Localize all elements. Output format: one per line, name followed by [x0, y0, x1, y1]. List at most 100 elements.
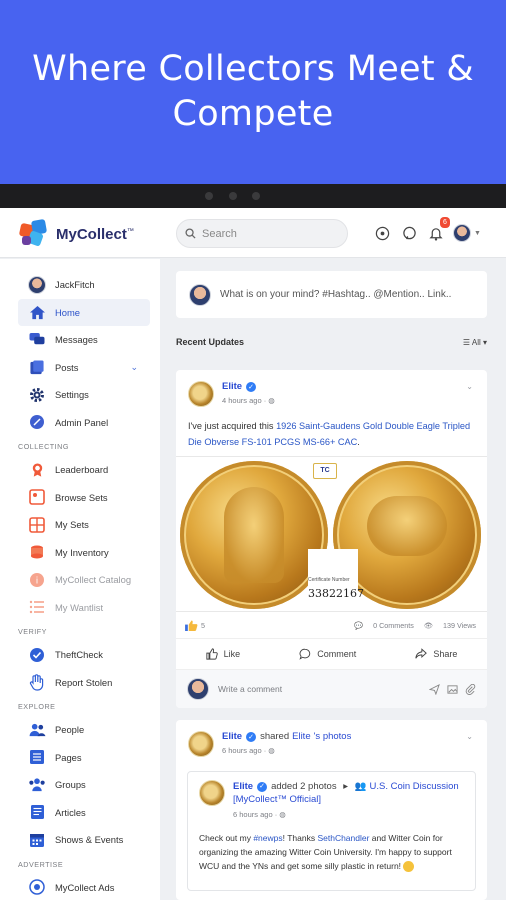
post-menu-icon[interactable]: ⌄ [466, 732, 473, 741]
sidebar-item-browse-sets[interactable]: Browse Sets [0, 484, 160, 512]
shared-post-card[interactable]: Elite ✓ added 2 photos ▸ 👥 U.S. Coin Discus… [187, 771, 476, 891]
author-avatar[interactable] [188, 381, 214, 407]
comment-button[interactable]: Comment [299, 648, 356, 660]
wantlist-icon [28, 598, 46, 616]
sidebar-item-my-inventory[interactable]: My Inventory [0, 539, 160, 567]
author-avatar[interactable] [188, 731, 214, 757]
sidebar-item-pages[interactable]: Pages [0, 744, 160, 772]
author-name[interactable]: Elite [222, 731, 242, 742]
sidebar-item-home[interactable]: Home [18, 298, 150, 326]
mention-link[interactable]: SethChandler [317, 833, 369, 843]
trophy-icon [28, 461, 46, 479]
camera-dot [229, 192, 237, 200]
app-window: MyCollect™ 6 ▼ JackFitch [0, 208, 506, 900]
search-bar[interactable] [176, 219, 348, 248]
sidebar-item-theftcheck[interactable]: TheftCheck [0, 641, 160, 669]
coin-obverse-image [180, 461, 328, 609]
sidebar-item-mycollect-ads[interactable]: MyCollect Ads [0, 874, 160, 900]
ads-icon [28, 878, 46, 896]
sidebar-item-label: Admin Panel [55, 416, 109, 428]
comments-count[interactable]: 💬 0 Comments [354, 621, 414, 630]
author-avatar[interactable] [199, 780, 225, 806]
caret-right-icon: ▸ [340, 781, 351, 792]
globe-icon: ◍ [268, 746, 275, 755]
send-icon[interactable] [429, 683, 440, 695]
feed-column: What is on your mind? #Hashtag.. @Mentio… [176, 271, 487, 900]
section-heading-verify: VERIFY [18, 627, 47, 636]
posts-icon [28, 358, 46, 376]
post-time[interactable]: 6 hours ago [233, 810, 273, 819]
sidebar-item-label: Home [55, 306, 81, 318]
shared-owner-link[interactable]: Elite [292, 731, 310, 742]
post-menu-icon[interactable]: ⌄ [466, 382, 473, 391]
search-input[interactable] [202, 227, 332, 240]
comment-icon [299, 648, 311, 660]
calendar-icon [28, 831, 46, 849]
page-link[interactable]: [MyCollect™ Official] [233, 793, 321, 806]
attachment-icon[interactable] [465, 683, 476, 695]
group-link[interactable]: U.S. Coin Discussion [369, 780, 458, 793]
sidebar-item-posts[interactable]: Posts ⌄ [0, 354, 160, 382]
chat-icon[interactable] [399, 223, 419, 243]
sidebar-item-people[interactable]: People [0, 716, 160, 744]
post-time[interactable]: 6 hours ago [222, 746, 262, 755]
messages-icon [28, 331, 46, 349]
comment-input[interactable] [218, 684, 388, 694]
feed-post: Elite ✓ 4 hours ago · ◍ ⌄ I've just acqui… [176, 370, 487, 708]
share-icon [415, 648, 428, 659]
sidebar-item-label: Groups [55, 779, 86, 791]
feed-header: Recent Updates ☰ All ▾ [176, 331, 487, 353]
promo-banner: Where Collectors Meet & Compete [0, 0, 506, 184]
sidebar-item-my-sets[interactable]: My Sets [0, 511, 160, 539]
chevron-down-icon[interactable]: ⌄ [130, 362, 138, 373]
post-time[interactable]: 4 hours ago [222, 396, 262, 405]
bell-icon[interactable]: 6 [426, 217, 450, 243]
sidebar-item-settings[interactable]: Settings [0, 381, 160, 409]
feed-filter-dropdown[interactable]: ☰ All ▾ [463, 338, 487, 347]
author-name[interactable]: Elite [222, 381, 242, 392]
section-heading-advertise: ADVERTISE [18, 859, 64, 869]
like-count[interactable]: 5 [201, 621, 205, 630]
chevron-down-icon[interactable]: ▼ [474, 230, 481, 237]
hashtag-link[interactable]: #newps [253, 833, 282, 843]
views-count: 👁 139 Views [423, 620, 476, 630]
sidebar-item-label: People [55, 724, 85, 736]
top-navbar: MyCollect™ 6 ▼ [0, 208, 506, 258]
svg-text:i: i [36, 576, 39, 586]
compass-icon[interactable] [372, 223, 392, 243]
camera-dot [252, 192, 260, 200]
brand-logo[interactable]: MyCollect™ [18, 218, 134, 248]
sidebar-item-report-stolen[interactable]: Report Stolen [0, 669, 160, 697]
post-composer[interactable]: What is on your mind? #Hashtag.. @Mentio… [176, 271, 487, 318]
check-circle-icon [28, 646, 46, 664]
sidebar-item-articles[interactable]: Articles [0, 799, 160, 827]
image-icon[interactable] [447, 684, 458, 695]
articles-icon [28, 803, 46, 821]
user-avatar[interactable] [453, 224, 471, 242]
verified-icon: ✓ [246, 381, 257, 392]
sidebar-item-admin-panel[interactable]: Admin Panel [0, 409, 160, 437]
home-icon [28, 303, 46, 321]
post-actions: Like Comment Share [176, 638, 487, 670]
sidebar-item-wantlist[interactable]: My Wantlist [0, 594, 160, 622]
sidebar-item-profile[interactable]: JackFitch [0, 271, 160, 299]
sidebar-item-label: MyCollect Catalog [55, 574, 132, 586]
brand-name: MyCollect™ [56, 225, 134, 243]
sidebar-item-label: Posts [55, 361, 79, 373]
post-stats: 5 💬 0 Comments 👁 139 Views [176, 612, 487, 638]
author-name[interactable]: Elite [233, 780, 253, 793]
catalog-icon: i [28, 571, 46, 589]
sidebar-item-leaderboard[interactable]: Leaderboard [0, 456, 160, 484]
sidebar-item-groups[interactable]: Groups [0, 771, 160, 799]
sidebar-item-shows-events[interactable]: Shows & Events [0, 826, 160, 854]
share-button[interactable]: Share [415, 648, 457, 660]
gear-icon [28, 386, 46, 404]
sidebar-item-messages[interactable]: Messages [0, 326, 160, 354]
user-avatar [189, 283, 211, 306]
comment-box [176, 670, 487, 708]
like-button[interactable]: Like [205, 648, 240, 660]
sidebar-item-catalog[interactable]: i MyCollect Catalog [0, 566, 160, 594]
post-photo[interactable]: TC Certificate Number 33822167 [176, 456, 487, 612]
feed-heading: Recent Updates [176, 337, 245, 347]
smile-emoji-icon [403, 861, 415, 873]
